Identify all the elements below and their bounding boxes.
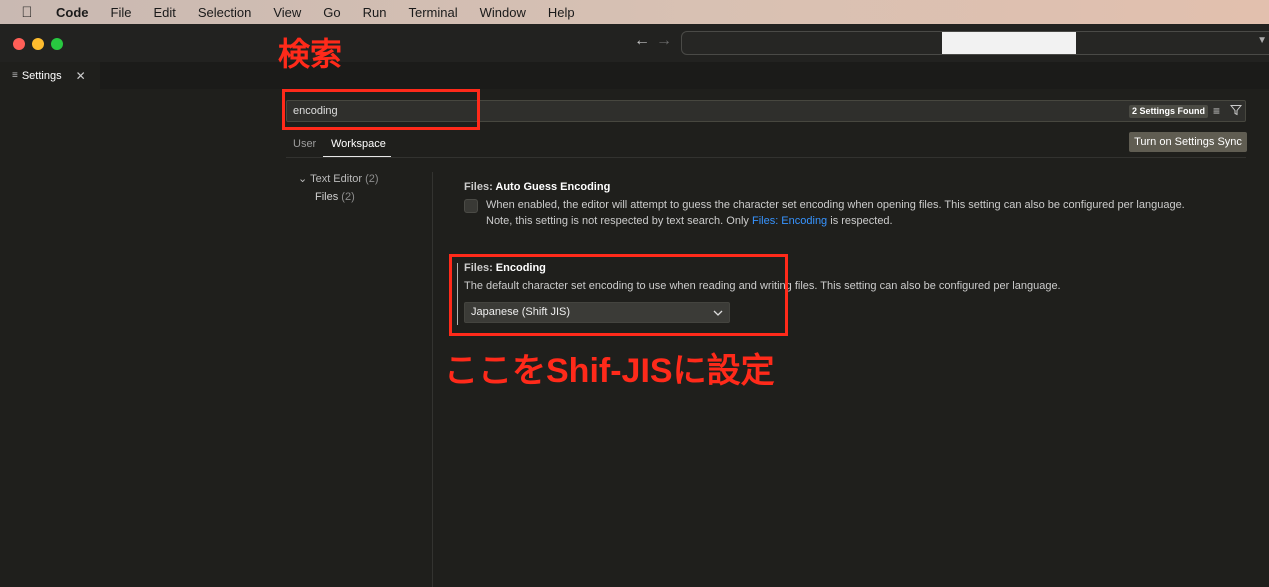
arrow-left-icon[interactable]: ← xyxy=(634,32,650,50)
chevron-down-icon: ⌄ xyxy=(298,173,308,185)
settings-editor xyxy=(100,89,1269,587)
settings-list-icon: ≡ xyxy=(12,70,18,81)
close-icon[interactable]: ✕ xyxy=(76,69,86,83)
toc-item-text-editor[interactable]: ⌄ Text Editor (2) xyxy=(298,172,379,185)
menu-terminal[interactable]: Terminal xyxy=(409,5,458,20)
menu-view[interactable]: View xyxy=(273,5,301,20)
toc-divider xyxy=(432,172,433,587)
command-center-input[interactable]: ▼ xyxy=(681,31,1269,55)
setting-description-note: Note, this setting is not respected by t… xyxy=(486,215,893,227)
toc-child-count: (2) xyxy=(341,191,355,203)
macos-menubar:  Code File Edit Selection View Go Run T… xyxy=(0,0,1269,24)
window-minimize-button[interactable] xyxy=(32,38,44,50)
menu-help[interactable]: Help xyxy=(548,5,575,20)
annotation-box-encoding xyxy=(449,254,788,336)
toc-child-label: Files xyxy=(315,191,339,203)
result-count-badge: 2 Settings Found xyxy=(1129,105,1208,118)
toc-group-count: (2) xyxy=(365,173,379,185)
annotation-box-search xyxy=(282,89,480,130)
toc-item-files[interactable]: Files (2) xyxy=(315,191,355,203)
window-titlebar: ← → ▼ xyxy=(0,24,1269,63)
menu-file[interactable]: File xyxy=(111,5,132,20)
menu-app-code[interactable]: Code xyxy=(56,5,89,20)
chevron-down-icon[interactable]: ▼ xyxy=(1257,35,1267,46)
auto-guess-encoding-checkbox[interactable] xyxy=(464,199,478,213)
annotation-label-setting: ここをShif-JISに設定 xyxy=(444,352,775,390)
redacted-area xyxy=(942,32,1076,54)
toc-group-label: Text Editor xyxy=(310,173,363,185)
tab-label: Settings xyxy=(21,69,62,82)
menu-go[interactable]: Go xyxy=(323,5,340,20)
scope-divider xyxy=(286,157,1246,158)
menu-run[interactable]: Run xyxy=(363,5,387,20)
setting-title-auto-guess-encoding: Files: Auto Guess Encoding xyxy=(464,181,611,193)
apple-logo-icon[interactable]:  xyxy=(20,4,34,21)
setting-description: When enabled, the editor will attempt to… xyxy=(486,199,1185,211)
settings-sync-button[interactable]: Turn on Settings Sync xyxy=(1129,132,1247,152)
sidebar xyxy=(0,62,101,587)
files-encoding-link[interactable]: Files: Encoding xyxy=(752,215,827,227)
editor-tab-bar xyxy=(100,62,1269,89)
arrow-right-icon[interactable]: → xyxy=(656,32,672,50)
menu-selection[interactable]: Selection xyxy=(198,5,251,20)
menu-window[interactable]: Window xyxy=(480,5,526,20)
window-zoom-button[interactable] xyxy=(51,38,63,50)
clear-filter-icon[interactable]: ≡ xyxy=(1213,104,1220,118)
menu-edit[interactable]: Edit xyxy=(153,5,175,20)
tab-settings[interactable]: ≡ Settings ✕ xyxy=(0,62,100,89)
tab-user[interactable]: User xyxy=(293,138,316,150)
window-close-button[interactable] xyxy=(13,38,25,50)
annotation-label-search: 検索 xyxy=(278,36,343,72)
filter-icon[interactable] xyxy=(1230,104,1242,116)
tab-workspace[interactable]: Workspace xyxy=(331,138,386,150)
